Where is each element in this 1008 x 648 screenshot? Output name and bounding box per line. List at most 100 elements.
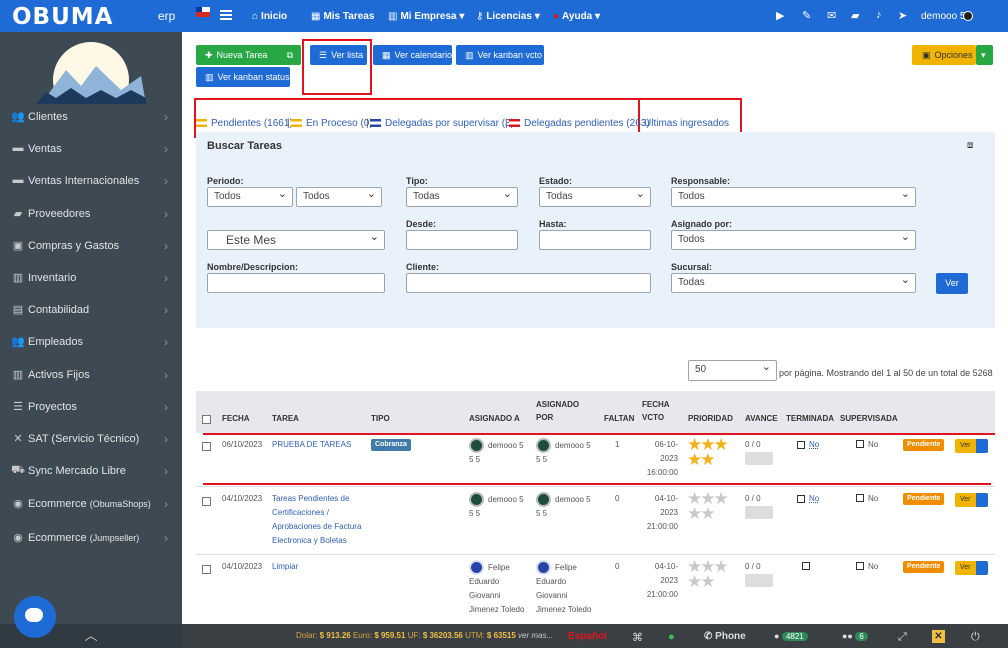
terminada-checkbox[interactable] (797, 495, 805, 503)
sidebar-item-ecommerce-jumpseller[interactable]: ◉ Ecommerce (Jumpseller) › (0, 522, 182, 554)
terminada-checkbox[interactable] (802, 562, 810, 570)
col-avance[interactable]: AVANCE (745, 412, 778, 425)
priority-stars[interactable]: ★★★ ★★ (687, 558, 737, 590)
nav-mis-tareas[interactable]: ▦ Mis Tareas (311, 11, 374, 22)
hamburger-menu-icon[interactable] (220, 10, 232, 12)
priority-stars[interactable]: ★★★ ★★ (687, 436, 737, 468)
col-tarea[interactable]: TAREA (272, 412, 299, 425)
phone-button[interactable]: ✆ Phone (704, 631, 746, 642)
filter-en-proceso[interactable]: En Proceso (0) (291, 118, 373, 129)
col-terminada[interactable]: TERMINADA (786, 412, 834, 425)
sidebar-item-compras[interactable]: ▣ Compras y Gastos › (0, 230, 182, 262)
sidebar-item-ventas[interactable]: ▬ Ventas › (0, 133, 182, 165)
users-counter[interactable]: ●● 6 (842, 631, 868, 641)
select-all-checkbox[interactable] (202, 415, 211, 424)
col-supervisada[interactable]: SUPERVISADA (840, 412, 898, 425)
close-square-icon[interactable]: ✕ (932, 630, 945, 643)
chat-bubble-button[interactable] (14, 596, 56, 638)
youtube-icon[interactable]: ▶ (776, 9, 784, 22)
sidebar-item-sat[interactable]: ✕ SAT (Servicio Técnico) › (0, 423, 182, 455)
desde-input[interactable] (406, 230, 518, 250)
row-tarea-link[interactable]: PRUEBA DE TAREAS (272, 438, 351, 452)
col-tipo[interactable]: TIPO (371, 412, 390, 425)
opciones-button[interactable]: ▣ Opciones (912, 45, 976, 65)
nombre-input[interactable] (207, 273, 385, 293)
ver-row-button[interactable]: Ver (955, 439, 988, 453)
ver-row-button[interactable]: Ver (955, 561, 988, 575)
col-prioridad[interactable]: PRIORIDAD (688, 412, 733, 425)
nueva-tarea-button[interactable]: ✚ Nueva Tarea ⧉ (196, 45, 301, 65)
power-icon[interactable]: ⏻ (971, 631, 980, 644)
per-page-select[interactable]: 50 (688, 358, 777, 381)
sidebar-item-mercado-libre[interactable]: ⛟ Sync Mercado Libre › (0, 455, 182, 487)
supervisada-checkbox[interactable] (856, 440, 864, 448)
responsable-select[interactable]: Todos (671, 185, 916, 207)
row-tarea-link[interactable]: Tareas Pendientes de Certificaciones / Apr… (272, 492, 367, 548)
supervisada-checkbox[interactable] (856, 494, 864, 502)
nav-licencias[interactable]: ⚷ Licencias ▾ (476, 11, 540, 22)
col-fecha[interactable]: FECHA (222, 412, 250, 425)
tipo-select[interactable]: Todas (406, 185, 518, 207)
user-menu[interactable]: demooo 5 (921, 11, 965, 22)
asignado-por-label: Asignado por: (671, 219, 732, 229)
terminada-value[interactable]: No (809, 492, 819, 506)
col-asignado-a[interactable]: ASIGNADO A (469, 412, 520, 425)
priority-stars[interactable]: ★★★ ★★ (687, 490, 737, 522)
filter-delegadas-supervisar[interactable]: Delegadas por supervisar (3) (370, 118, 514, 129)
whatsapp-icon[interactable]: ● (668, 631, 675, 643)
nav-inicio[interactable]: ⌂ Inicio (252, 11, 287, 22)
sidebar-item-inventario[interactable]: ▥ Inventario › (0, 262, 182, 294)
ver-mas-link[interactable]: ver mas... (518, 631, 553, 640)
bell-icon[interactable]: ♪ (876, 9, 882, 21)
sidebar-item-clientes[interactable]: 👥 Clientes › (0, 101, 182, 133)
mail-icon[interactable]: ✉ (827, 9, 836, 22)
nav-mi-empresa[interactable]: ▥ Mi Empresa ▾ (388, 11, 464, 22)
asignado-por-select[interactable]: Todos (671, 228, 916, 250)
sidebar-item-activos-fijos[interactable]: ▥ Activos Fijos › (0, 359, 182, 391)
ver-kanban-vcto-button[interactable]: ▥ Ver kanban vcto (456, 45, 544, 65)
sidebar-item-empleados[interactable]: 👥 Empleados › (0, 326, 182, 358)
sidebar-item-ecommerce-obumashops[interactable]: ◉ Ecommerce (ObumaShops) › (0, 488, 182, 520)
row-tarea-link[interactable]: Limpiar (272, 560, 298, 574)
cliente-input[interactable] (406, 273, 651, 293)
sidebar-item-proveedores[interactable]: ▰ Proveedores › (0, 198, 182, 230)
filter-pendientes[interactable]: Pendientes (1661) (196, 118, 293, 129)
periodo-select-2[interactable]: Todos (296, 185, 382, 207)
ver-row-button[interactable]: Ver (955, 493, 988, 507)
hasta-input[interactable] (539, 230, 651, 250)
terminada-value[interactable]: No (809, 438, 819, 452)
search-ver-button[interactable]: Ver (936, 273, 968, 294)
chat-counter[interactable]: ● 4821 (774, 631, 808, 641)
ver-kanban-status-button[interactable]: ▥ Ver kanban status (196, 67, 290, 87)
periodo-select-1[interactable]: Todos (207, 185, 293, 207)
collapse-panel-icon[interactable]: ⧈ (967, 140, 973, 151)
opciones-dropdown-toggle[interactable]: ▾ (976, 45, 993, 65)
fullscreen-icon[interactable]: ⤢ (898, 631, 907, 644)
ver-calendario-button[interactable]: ▦ Ver calendario (373, 45, 452, 65)
sidebar-item-contabilidad[interactable]: ▤ Contabilidad › (0, 294, 182, 326)
obuma-logo[interactable]: OBUMA (12, 4, 113, 30)
col-faltan[interactable]: FALTAN (604, 412, 634, 425)
periodo-select-3[interactable]: Este Mes (207, 228, 385, 250)
sidebar-item-proyectos[interactable]: ☰ Proyectos › (0, 391, 182, 423)
row-checkbox[interactable] (202, 565, 211, 574)
filter-delegadas-pendientes[interactable]: Delegadas pendientes (263) (509, 118, 650, 129)
estado-select[interactable]: Todas (539, 185, 651, 207)
sidebar-item-ventas-internacionales[interactable]: ▬ Ventas Internacionales › (0, 165, 182, 197)
edit-icon[interactable]: ✎ (802, 9, 811, 22)
supervisada-checkbox[interactable] (856, 562, 864, 570)
col-asignado-por[interactable]: ASIGNADO POR (536, 398, 579, 424)
chile-flag-icon[interactable] (196, 7, 210, 17)
row-checkbox[interactable] (202, 442, 211, 451)
col-fecha-vcto[interactable]: FECHA VCTO (642, 398, 670, 424)
language-selector[interactable]: Español (568, 631, 607, 642)
row-checkbox[interactable] (202, 497, 211, 506)
nav-ayuda[interactable]: ● Ayuda ▾ (553, 11, 600, 22)
folder-icon[interactable]: ▰ (851, 9, 859, 22)
terminada-checkbox[interactable] (797, 441, 805, 449)
sitemap-icon[interactable]: ⌘ (632, 631, 643, 644)
sucursal-select[interactable]: Todas (671, 271, 916, 293)
send-icon[interactable]: ➤ (898, 9, 907, 22)
user-avatar[interactable] (963, 11, 973, 21)
filter-ultimas-ingresados[interactable]: Ultimas ingresados (644, 118, 729, 129)
